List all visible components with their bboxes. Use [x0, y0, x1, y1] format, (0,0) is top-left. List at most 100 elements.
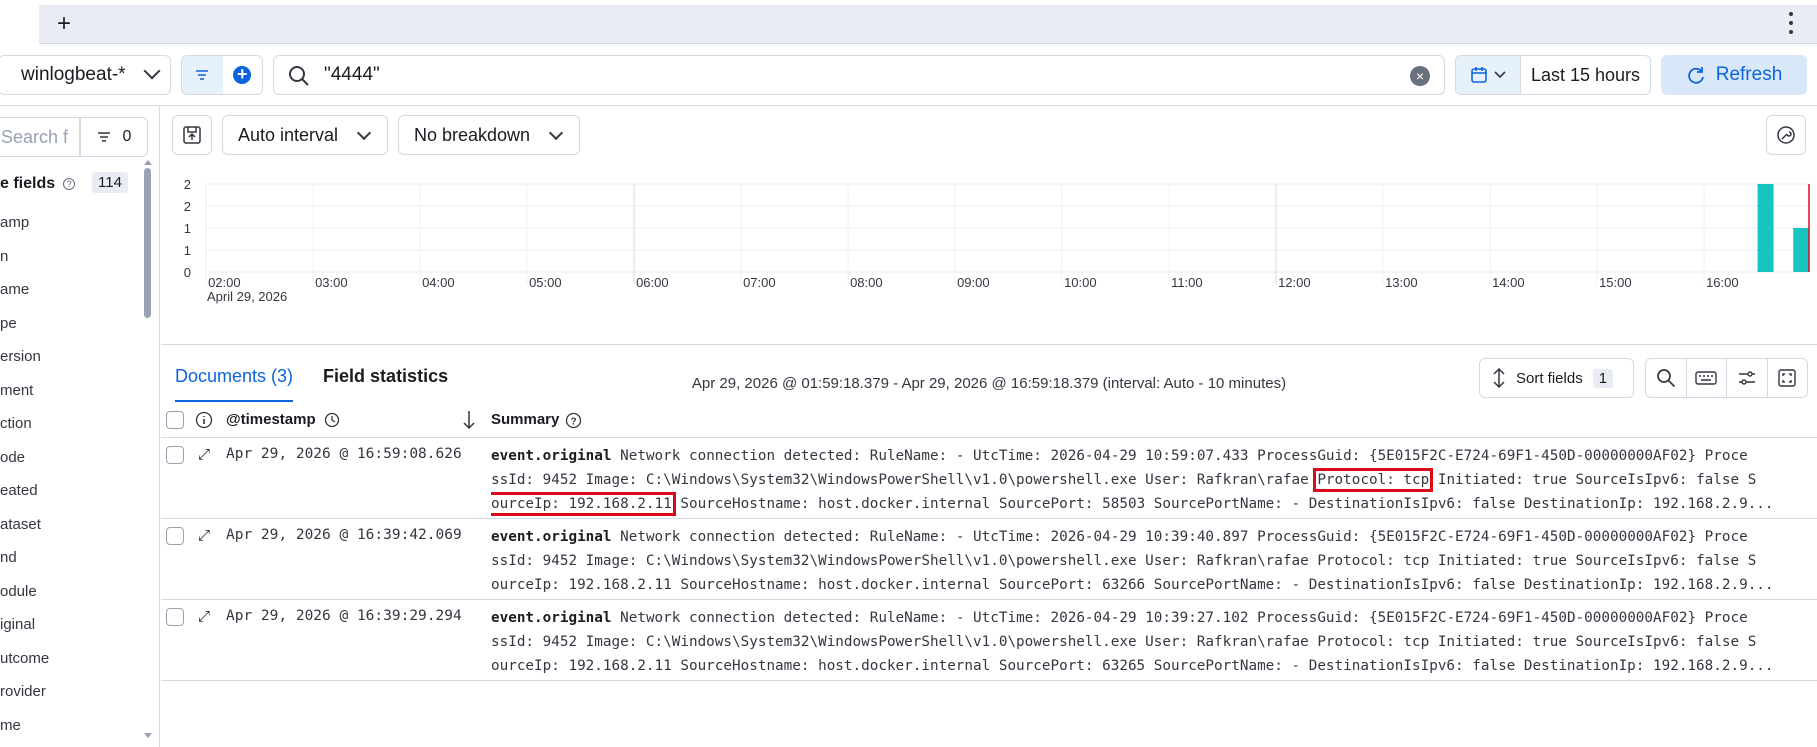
x-tick-label: 11:00 [1171, 275, 1203, 290]
field-list-item[interactable]: ode [0, 441, 150, 475]
available-fields-count: 114 [92, 172, 128, 193]
x-tick-label: 14:00 [1492, 275, 1525, 290]
expand-icon[interactable]: ⤢ [198, 527, 210, 544]
keyboard-shortcuts-button[interactable] [1687, 359, 1727, 397]
keyboard-icon [1695, 371, 1717, 385]
clock-icon [324, 412, 340, 428]
add-tab-button[interactable]: + [52, 10, 76, 38]
refresh-button[interactable]: Refresh [1661, 55, 1807, 95]
field-list-item[interactable]: n [0, 240, 150, 274]
data-view-picker[interactable]: winlogbeat-* [0, 55, 171, 95]
row-timestamp: Apr 29, 2026 @ 16:39:29.294 [226, 608, 462, 624]
display-settings-button[interactable] [1727, 359, 1768, 397]
interval-select[interactable]: Auto interval [222, 115, 388, 155]
field-list-item[interactable]: ment [0, 374, 150, 408]
summary-line: Initiated: true SourceIsIpv6: false S [1429, 472, 1757, 488]
expand-icon[interactable]: ⤢ [198, 446, 210, 463]
field-list-item[interactable]: utcome [0, 642, 150, 676]
table-row[interactable]: ⤢ Apr 29, 2026 @ 16:39:29.294 event.orig… [161, 600, 1817, 681]
sort-icon [1493, 368, 1505, 388]
field-list-item[interactable]: ersion [0, 340, 150, 374]
x-tick-label: 02:00 [208, 275, 241, 290]
sort-descending-icon[interactable] [462, 410, 476, 430]
save-visualization-icon [183, 126, 201, 144]
quick-select-button[interactable] [1456, 56, 1521, 94]
field-list-item[interactable]: ame [0, 273, 150, 307]
help-icon: ? [565, 412, 582, 429]
column-summary[interactable]: Summary [491, 411, 559, 428]
breakdown-label: No breakdown [414, 124, 531, 145]
add-filter-button[interactable]: + [223, 56, 263, 94]
field-filter-button[interactable]: 0 [80, 117, 148, 157]
field-search-input[interactable]: Search f [0, 117, 80, 157]
chart-options-button[interactable] [1766, 115, 1806, 155]
field-list-item[interactable]: iginal [0, 608, 150, 642]
summary-key: event.original [491, 610, 612, 626]
table-row[interactable]: ⤢ Apr 29, 2026 @ 16:59:08.626 event.orig… [161, 438, 1817, 519]
main-panel: Auto interval No breakdown 0 1 1 2 2 02:00 03:… [161, 106, 1817, 747]
grid-toolbar [1645, 358, 1808, 398]
filter-menu-button[interactable] [182, 56, 223, 94]
fullscreen-button[interactable] [1768, 359, 1808, 397]
filter-icon [97, 132, 110, 142]
search-input[interactable]: "4444" × [273, 55, 1445, 95]
row-checkbox[interactable] [166, 527, 184, 545]
tab-documents[interactable]: Documents (3) [175, 352, 294, 402]
row-checkbox[interactable] [166, 446, 184, 464]
data-view-label: winlogbeat-* [21, 64, 126, 85]
select-all-checkbox[interactable] [166, 411, 184, 429]
document-table: ⤢ Apr 29, 2026 @ 16:59:08.626 event.orig… [161, 438, 1817, 681]
field-list-item[interactable]: eated [0, 474, 150, 508]
field-list-item[interactable]: me [0, 709, 150, 743]
field-filter-count: 0 [122, 128, 132, 145]
tab-strip-bar [39, 5, 1817, 44]
sort-fields-button[interactable]: Sort fields 1 [1479, 358, 1634, 398]
more-options-icon[interactable] [1787, 12, 1795, 34]
highlighted-source-ip: ourceIp: 192.168.2.11 [491, 492, 676, 516]
clear-search-icon[interactable]: × [1410, 66, 1430, 86]
chevron-down-icon [143, 62, 161, 80]
table-row[interactable]: ⤢ Apr 29, 2026 @ 16:39:42.069 event.orig… [161, 519, 1817, 600]
field-list-item[interactable]: ataset [0, 508, 150, 542]
sidebar-scrollbar[interactable] [144, 168, 151, 318]
tab-field-statistics[interactable]: Field statistics [323, 352, 448, 402]
grid-header: @timestamp Summary ? [161, 402, 1817, 438]
field-list-item[interactable]: ction [0, 407, 150, 441]
x-tick-label: 13:00 [1385, 275, 1418, 290]
summary-line: ourceIp: 192.168.2.11 SourceHostname: ho… [491, 658, 1774, 674]
summary-line: SourceHostname: host.docker.internal Sou… [671, 496, 1774, 512]
y-tick-label: 2 [184, 199, 191, 214]
x-tick-label: 12:00 [1278, 275, 1311, 290]
y-tick-label: 2 [184, 177, 191, 192]
x-tick-label: 16:00 [1706, 275, 1739, 290]
scroll-up-arrow[interactable] [144, 160, 152, 165]
scroll-down-arrow[interactable] [144, 733, 152, 738]
row-checkbox[interactable] [166, 608, 184, 626]
result-tabs: Documents (3) Field statistics [175, 352, 448, 402]
save-visualization-button[interactable] [172, 115, 212, 155]
column-timestamp[interactable]: @timestamp [226, 411, 316, 428]
filter-buttons: + [181, 55, 263, 95]
refresh-label: Refresh [1715, 64, 1783, 85]
x-date-label: April 29, 2026 [207, 289, 287, 304]
time-range-label[interactable]: Last 15 hours [1521, 56, 1650, 94]
breakdown-select[interactable]: No breakdown [398, 115, 580, 155]
add-icon: + [233, 65, 252, 84]
grid-search-button[interactable] [1646, 359, 1687, 397]
histogram-chart: 0 1 1 2 2 02:00 03:00 04:00 05:00 06:00 07:00 08:00… [184, 177, 1810, 304]
summary-line: ssId: 9452 Image: C:\Windows\System32\Wi… [491, 472, 1318, 488]
field-search-placeholder: Search f [1, 126, 69, 147]
y-tick-label: 1 [184, 243, 191, 258]
divider [161, 344, 1817, 345]
field-list-item[interactable]: odule [0, 575, 150, 609]
field-list-item[interactable]: nd [0, 541, 150, 575]
summary-line: ssId: 9452 Image: C:\Windows\System32\Wi… [491, 553, 1757, 569]
expand-icon[interactable]: ⤢ [198, 608, 210, 625]
chevron-down-icon [548, 125, 564, 141]
fullscreen-icon [1778, 369, 1796, 387]
x-tick-label: 03:00 [315, 275, 348, 290]
available-fields-header[interactable]: e fields ? 114 [0, 170, 150, 198]
field-list-item[interactable]: amp [0, 206, 150, 240]
field-list-item[interactable]: rovider [0, 675, 150, 709]
field-list-item[interactable]: pe [0, 307, 150, 341]
